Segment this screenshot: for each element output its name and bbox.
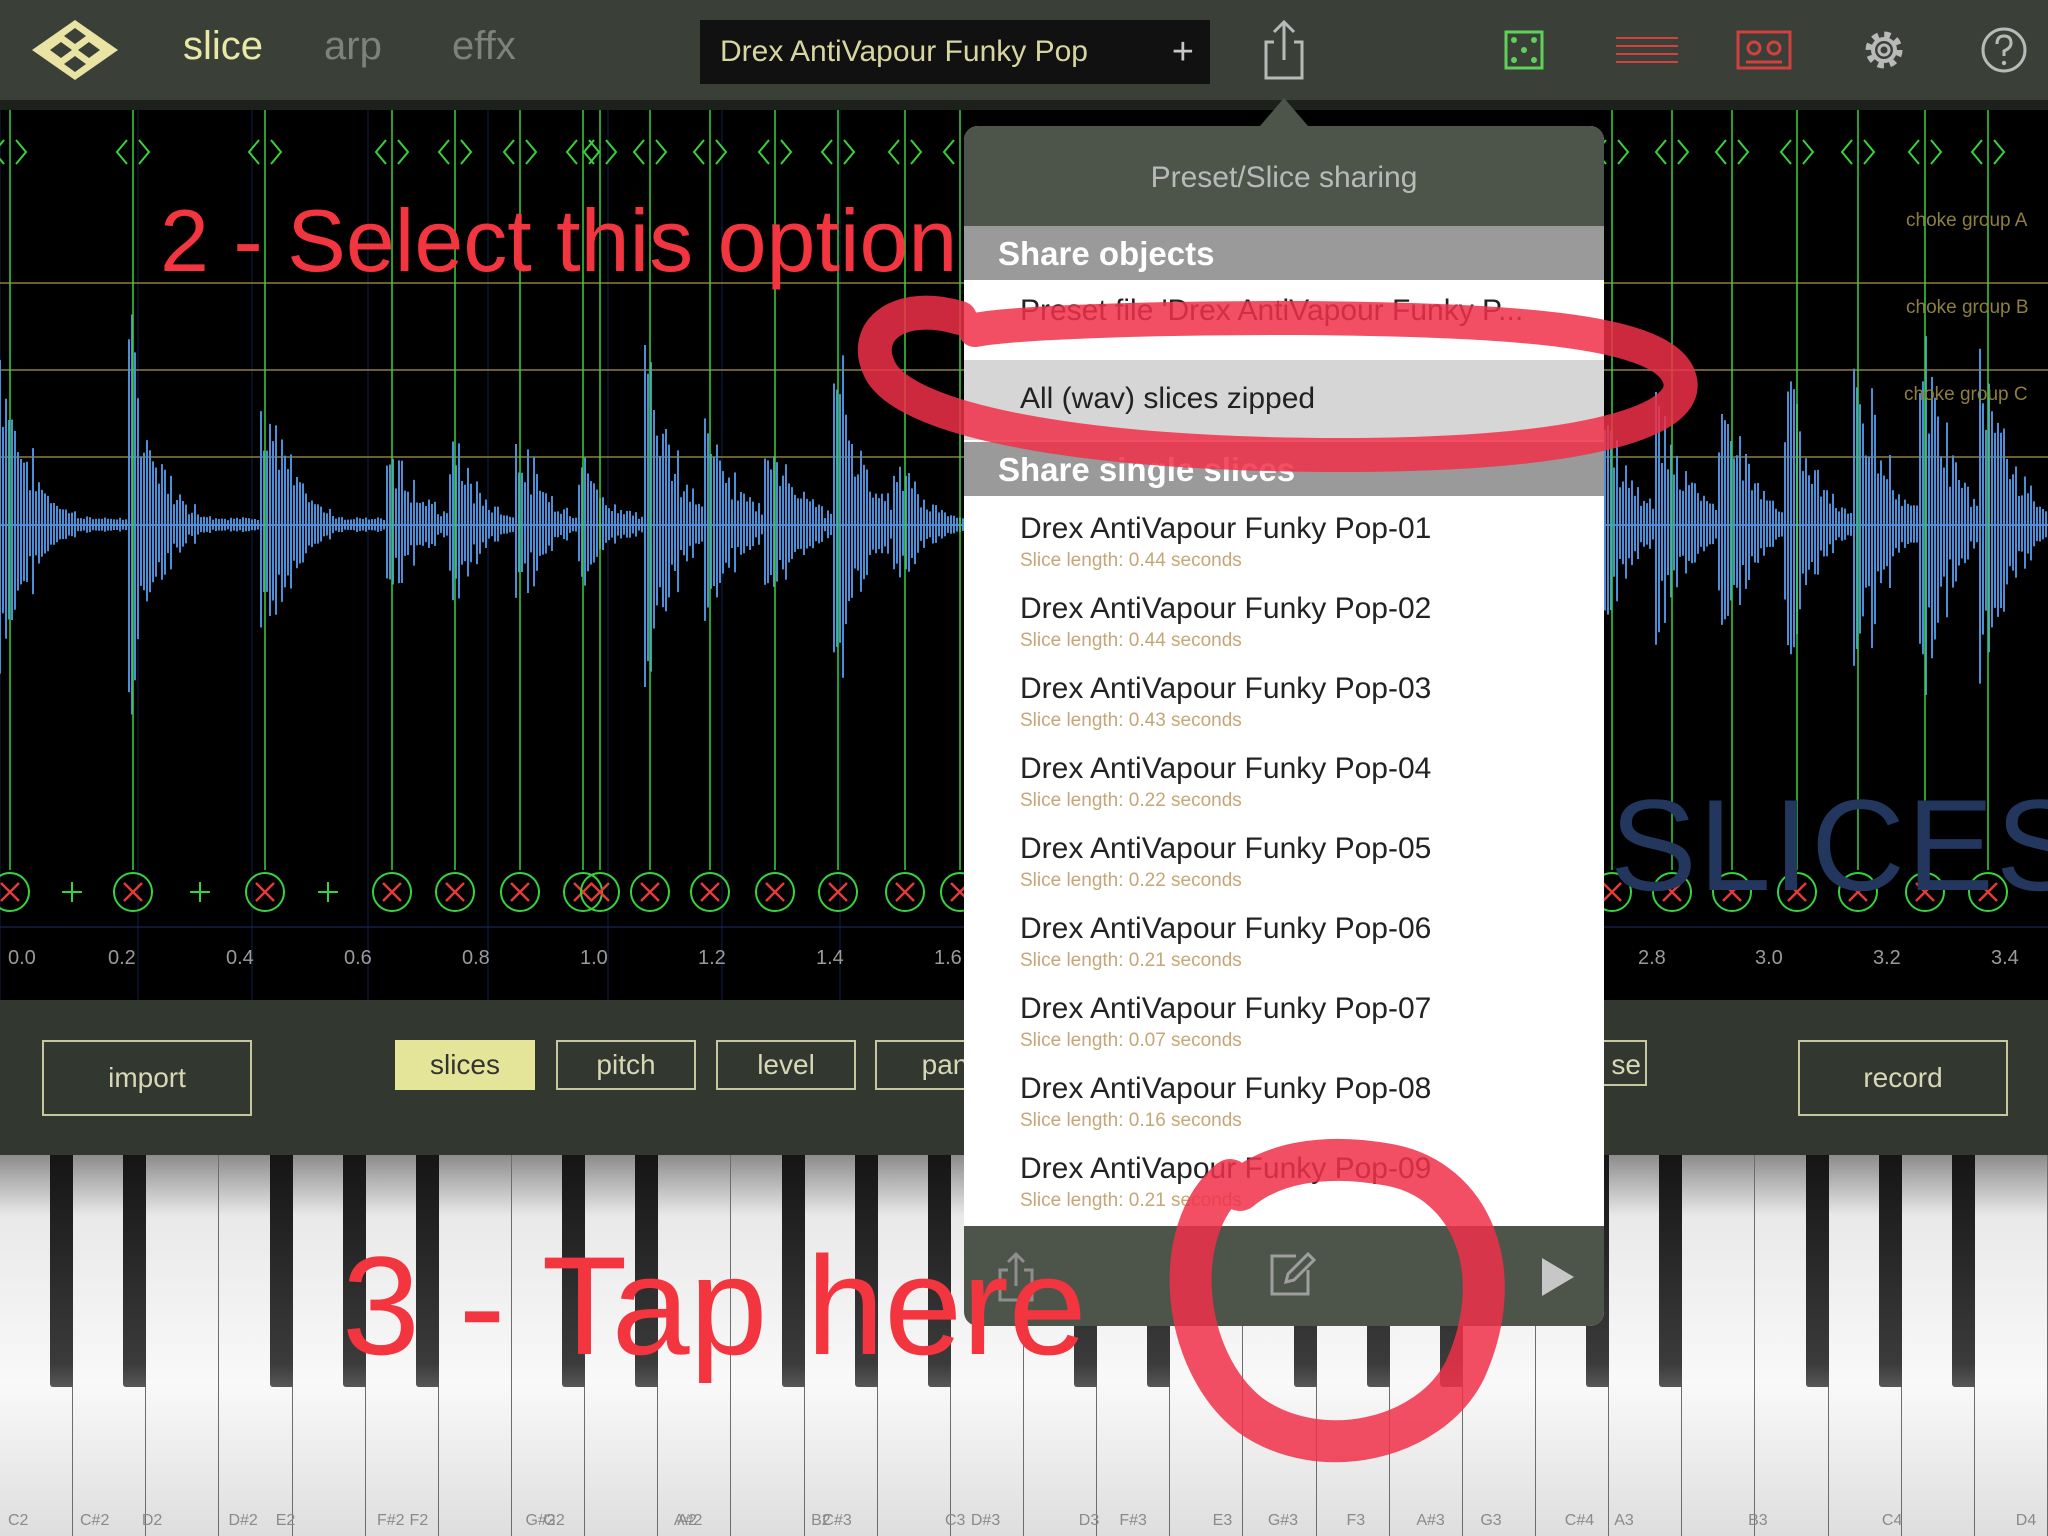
key-label: G3 xyxy=(1480,1512,1502,1529)
key-label: E2 xyxy=(275,1512,296,1529)
slice-item-name[interactable]: Drex AntiVapour Funky Pop-08 xyxy=(1020,1072,1431,1106)
slice-item-length: Slice length: 0.43 seconds xyxy=(1020,710,1242,731)
slices-watermark: SLICES xyxy=(1610,772,2048,918)
tick-label: 0.6 xyxy=(344,947,372,969)
slice-item-name[interactable]: Drex AntiVapour Funky Pop-09 xyxy=(1020,1152,1431,1186)
tick-label: 1.4 xyxy=(816,947,844,969)
key-label: F2 xyxy=(409,1512,429,1529)
slices-button[interactable]: slices xyxy=(395,1040,535,1090)
white-key[interactable] xyxy=(1974,1155,2048,1536)
slice-item-name[interactable]: Drex AntiVapour Funky Pop-06 xyxy=(1020,912,1431,946)
pitch-button[interactable]: pitch xyxy=(556,1040,696,1090)
key-label: C#2 xyxy=(80,1512,110,1529)
tab-arp[interactable]: arp xyxy=(324,24,382,69)
tab-slice[interactable]: slice xyxy=(183,24,263,69)
slice-item-length: Slice length: 0.44 seconds xyxy=(1020,630,1242,651)
slice-item-length: Slice length: 0.21 seconds xyxy=(1020,1190,1242,1211)
import-button[interactable]: import xyxy=(42,1040,252,1116)
slice-item-length: Slice length: 0.07 seconds xyxy=(1020,1030,1242,1051)
gear-icon[interactable] xyxy=(1852,18,1916,82)
key-label: A#3 xyxy=(1416,1512,1445,1529)
tick-label: 0.4 xyxy=(226,947,254,969)
key-label: D3 xyxy=(1078,1512,1100,1529)
lines-icon[interactable] xyxy=(1610,18,1684,82)
record-button[interactable]: record xyxy=(1798,1040,2008,1116)
slice-item-length: Slice length: 0.16 seconds xyxy=(1020,1110,1242,1131)
choke-group-a-label: choke group A xyxy=(1906,210,2028,231)
key-label: C2 xyxy=(8,1512,29,1529)
tick-label: 3.0 xyxy=(1755,947,1783,969)
tick-label: 1.2 xyxy=(698,947,726,969)
key-label: C3 xyxy=(944,1512,966,1529)
slice-item-name[interactable]: Drex AntiVapour Funky Pop-02 xyxy=(1020,592,1431,626)
slice-item-name[interactable]: Drex AntiVapour Funky Pop-05 xyxy=(1020,832,1431,866)
edit-icon[interactable] xyxy=(1266,1248,1318,1300)
slice-item-name[interactable]: Drex AntiVapour Funky Pop-01 xyxy=(1020,512,1431,546)
add-slice-marker xyxy=(318,882,338,902)
slice-item-length: Slice length: 0.21 seconds xyxy=(1020,950,1242,971)
level-button[interactable]: level xyxy=(716,1040,856,1090)
slice-item-name[interactable]: Drex AntiVapour Funky Pop-07 xyxy=(1020,992,1431,1026)
tick-label: 0.2 xyxy=(108,947,136,969)
key-label: D2 xyxy=(141,1512,163,1529)
tape-icon[interactable] xyxy=(1732,18,1796,82)
slice-item-length: Slice length: 0.22 seconds xyxy=(1020,870,1242,891)
tick-label: 0.8 xyxy=(462,947,490,969)
key-label: F3 xyxy=(1346,1512,1366,1529)
top-bar-shadow xyxy=(0,100,2048,110)
tick-label: 3.2 xyxy=(1873,947,1901,969)
key-label: C#4 xyxy=(1564,1512,1595,1529)
share-popover: Preset/Slice sharing Share objects Prese… xyxy=(964,126,1604,1326)
key-label: C4 xyxy=(1881,1512,1903,1529)
tab-effx[interactable]: effx xyxy=(452,24,516,69)
slice-item-length: Slice length: 0.22 seconds xyxy=(1020,790,1242,811)
key-label: D4 xyxy=(2015,1512,2037,1529)
slice-item-name[interactable]: Drex AntiVapour Funky Pop-04 xyxy=(1020,752,1431,786)
key-label: F#2 xyxy=(376,1512,405,1529)
add-preset-button[interactable]: + xyxy=(1172,20,1194,84)
popover-arrow xyxy=(1260,98,1308,126)
dice-icon[interactable] xyxy=(1492,18,1556,82)
tick-label: 1.0 xyxy=(580,947,608,969)
share-single-header: Share single slices xyxy=(964,442,1604,496)
annotation-step-2: 2 - Select this option xyxy=(160,191,958,290)
preset-selector[interactable]: Drex AntiVapour Funky Pop + xyxy=(700,20,1210,84)
key-label: A3 xyxy=(1614,1512,1634,1529)
tick-label: 1.6 xyxy=(934,947,962,969)
white-key[interactable] xyxy=(146,1155,221,1536)
key-label: A#2 xyxy=(673,1512,703,1529)
share-icon[interactable] xyxy=(1252,18,1316,82)
preset-name: Drex AntiVapour Funky Pop xyxy=(720,35,1088,68)
share-objects-header: Share objects xyxy=(964,226,1604,280)
key-label: C#3 xyxy=(822,1512,852,1529)
key-label: D#2 xyxy=(228,1512,258,1529)
tick-label: 3.4 xyxy=(1991,947,2019,969)
key-label: D#3 xyxy=(970,1512,1001,1529)
choke-group-b-label: choke group B xyxy=(1906,297,2029,318)
choke-group-c-label: choke group C xyxy=(1904,384,2028,405)
key-label: G#3 xyxy=(1267,1512,1299,1529)
white-key[interactable] xyxy=(1682,1155,1757,1536)
slice-item-length: Slice length: 0.44 seconds xyxy=(1020,550,1242,571)
preset-file-option[interactable]: Preset file 'Drex AntiVapour Funky P... xyxy=(1020,294,1523,328)
annotation-step-3: 3 - Tap here xyxy=(342,1227,1087,1384)
zip-slices-label: All (wav) slices zipped xyxy=(1020,382,1316,415)
play-icon[interactable] xyxy=(1534,1254,1580,1300)
help-icon[interactable] xyxy=(1972,18,2036,82)
zip-slices-option[interactable]: All (wav) slices zipped xyxy=(964,360,1604,440)
tick-label: 0.0 xyxy=(8,947,36,969)
key-label: E3 xyxy=(1212,1512,1233,1529)
popover-title: Preset/Slice sharing xyxy=(964,126,1604,226)
key-label: G#2 xyxy=(525,1512,556,1529)
add-slice-marker xyxy=(190,882,210,902)
key-label: F#3 xyxy=(1119,1512,1147,1529)
logo-icon[interactable] xyxy=(28,18,122,82)
add-slice-marker xyxy=(62,882,82,902)
key-label: B3 xyxy=(1748,1512,1768,1529)
tick-label: 2.8 xyxy=(1638,947,1666,969)
slice-item-name[interactable]: Drex AntiVapour Funky Pop-03 xyxy=(1020,672,1431,706)
